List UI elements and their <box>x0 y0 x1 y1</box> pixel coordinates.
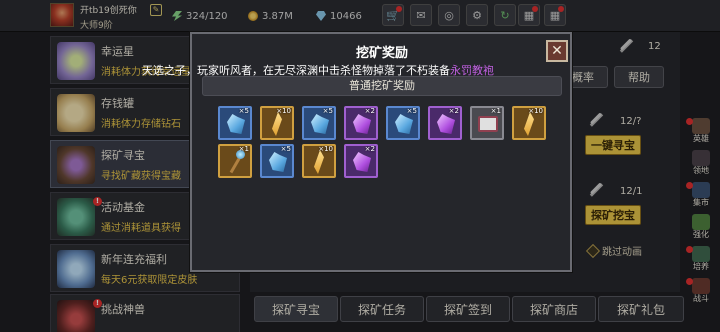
gold-feather-icon <box>314 150 324 174</box>
reward-item[interactable]: ×2 <box>344 144 378 178</box>
reward-item[interactable]: ×5 <box>218 106 252 140</box>
reward-item[interactable]: ×2 <box>428 106 462 140</box>
reward-qty: ×2 <box>448 107 459 115</box>
gold-feather-icon <box>524 112 534 136</box>
reward-item[interactable]: ×5 <box>386 106 420 140</box>
reward-qty: ×5 <box>280 145 291 153</box>
dialog-title: 挖矿奖励 <box>355 46 408 61</box>
reward-item[interactable]: ×10 <box>512 106 546 140</box>
reward-section-header: 普通挖矿奖励 <box>202 76 562 96</box>
purple-crystal-icon <box>437 114 455 134</box>
reward-qty: ×1 <box>490 107 501 115</box>
reward-item[interactable]: ×1 <box>470 106 504 140</box>
mining-reward-dialog: 挖矿奖励 ✕ 天选之子，玩家听风者，在无尽深渊中击杀怪物掉落了不朽装备永罚教袍 … <box>142 32 572 272</box>
blue-crystal-icon <box>395 114 413 134</box>
reward-qty: ×5 <box>406 107 417 115</box>
reward-item[interactable]: ×10 <box>302 144 336 178</box>
purple-crystal-icon <box>353 114 371 134</box>
reward-qty: ×10 <box>276 107 291 115</box>
reward-item[interactable]: ×5 <box>260 144 294 178</box>
reward-item[interactable]: ×5 <box>302 106 336 140</box>
chest-icon <box>478 116 498 132</box>
gold-feather-icon <box>272 112 282 136</box>
reward-qty: ×5 <box>238 107 249 115</box>
reward-item[interactable]: ×2 <box>344 106 378 140</box>
reward-qty: ×2 <box>364 107 375 115</box>
reward-item[interactable]: ×10 <box>260 106 294 140</box>
blue-crystal-icon <box>311 114 329 134</box>
blue-crystal-icon <box>269 152 287 172</box>
close-icon: ✕ <box>551 43 563 59</box>
reward-qty: ×10 <box>528 107 543 115</box>
reward-qty: ×1 <box>238 145 249 153</box>
close-button[interactable]: ✕ <box>546 40 568 62</box>
reward-qty: ×2 <box>364 145 375 153</box>
purple-crystal-icon <box>353 152 371 172</box>
reward-qty: ×10 <box>318 145 333 153</box>
blue-crystal-icon <box>227 114 245 134</box>
reward-item[interactable]: ×1 <box>218 144 252 178</box>
reward-qty: ×5 <box>322 107 333 115</box>
magic-staff-icon <box>226 150 246 172</box>
